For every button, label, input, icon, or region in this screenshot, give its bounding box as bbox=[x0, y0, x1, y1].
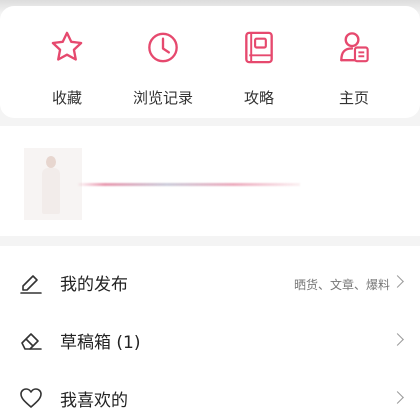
pencil-icon bbox=[20, 275, 42, 294]
quick-action-guide[interactable]: 攻略 bbox=[211, 28, 307, 108]
eraser-icon bbox=[21, 333, 42, 350]
quick-action-history[interactable]: 浏览记录 bbox=[115, 28, 211, 108]
menu-item-liked[interactable]: 我喜欢的 bbox=[0, 368, 420, 420]
quick-actions-card: 收藏 浏览记录 攻略 主页 bbox=[0, 6, 420, 118]
menu-item-label: 我喜欢的 bbox=[60, 391, 128, 411]
thumbnail-figure-body bbox=[42, 168, 60, 214]
quick-action-label: 浏览记录 bbox=[132, 89, 193, 107]
menu-item-label: 我的发布 bbox=[60, 275, 128, 295]
menu-item-label: 草稿箱 (1) bbox=[60, 333, 141, 353]
model-photo-thumbnail bbox=[24, 148, 82, 220]
quick-action-label: 攻略 bbox=[243, 89, 274, 107]
profile-card-icon bbox=[340, 32, 369, 63]
heart-icon bbox=[20, 388, 42, 408]
chevron-right-icon bbox=[391, 333, 404, 346]
menu-item-hint: 晒货、文章、爆料 bbox=[293, 278, 390, 292]
quick-action-label: 收藏 bbox=[51, 89, 82, 107]
quick-action-homepage[interactable]: 主页 bbox=[306, 28, 402, 108]
quick-action-label: 主页 bbox=[338, 89, 369, 107]
promo-banner[interactable] bbox=[0, 126, 420, 236]
menu-list: 我的发布 晒货、文章、爆料 草稿箱 (1) 我喜欢的 bbox=[0, 246, 420, 420]
menu-item-my-posts[interactable]: 我的发布 晒货、文章、爆料 bbox=[0, 252, 420, 310]
star-icon bbox=[51, 31, 83, 61]
menu-item-drafts[interactable]: 草稿箱 (1) bbox=[0, 310, 420, 368]
quick-action-favorites[interactable]: 收藏 bbox=[19, 28, 115, 108]
thumbnail-figure-head bbox=[46, 156, 56, 168]
chevron-right-icon bbox=[391, 391, 404, 404]
chevron-right-icon bbox=[391, 275, 404, 288]
clock-icon bbox=[148, 32, 178, 63]
guide-book-icon bbox=[245, 31, 273, 64]
promo-blurred-text bbox=[78, 183, 300, 186]
